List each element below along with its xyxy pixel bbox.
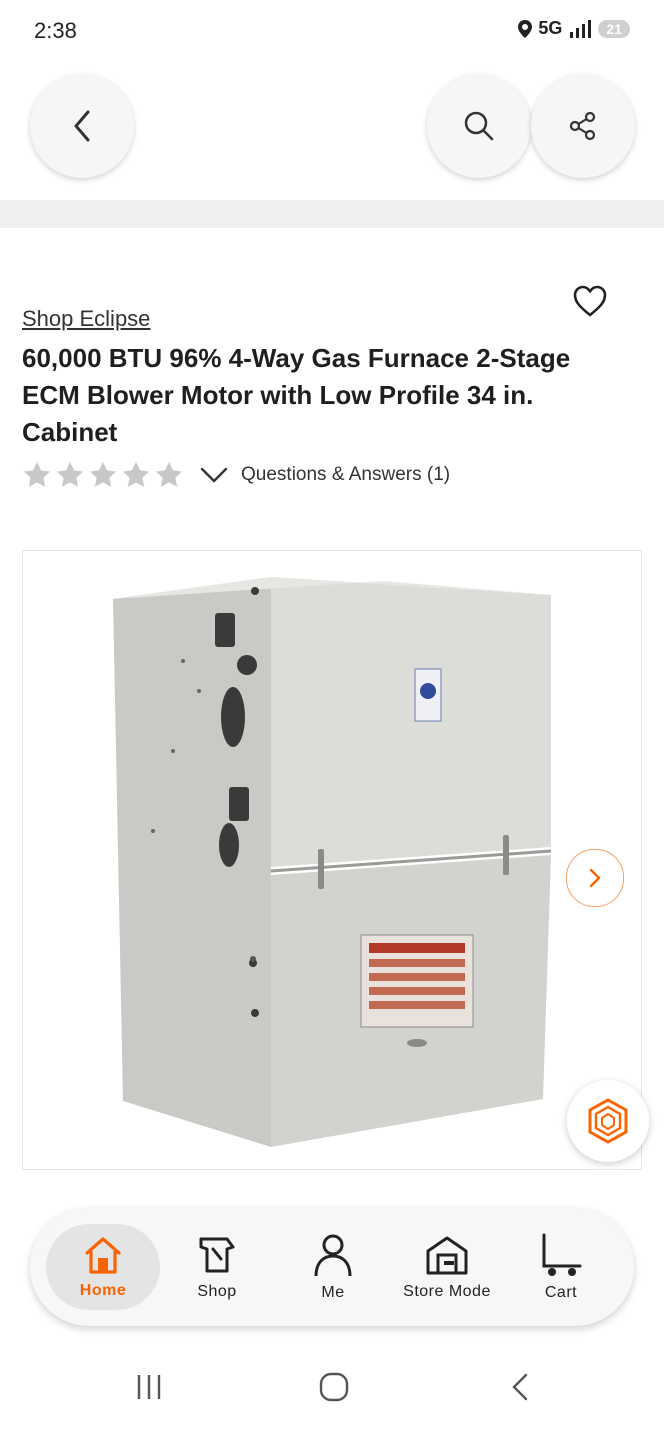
signal-icon bbox=[570, 19, 592, 38]
nav-cart-label: Cart bbox=[544, 1284, 578, 1301]
rating-row[interactable]: Questions & Answers (1) bbox=[22, 460, 450, 490]
search-button[interactable] bbox=[427, 74, 531, 178]
recent-apps-icon[interactable] bbox=[134, 1372, 164, 1402]
person-icon bbox=[314, 1234, 352, 1277]
store-icon bbox=[426, 1236, 468, 1275]
system-navigation bbox=[0, 1360, 664, 1430]
nav-home[interactable]: Home bbox=[46, 1208, 160, 1326]
status-icons: 5G 21 bbox=[518, 18, 630, 39]
nav-me-label: Me bbox=[321, 1284, 345, 1301]
favorite-button[interactable] bbox=[572, 284, 608, 318]
star-icon bbox=[122, 461, 150, 487]
hexagon-logo-icon bbox=[588, 1098, 628, 1144]
back-button[interactable] bbox=[30, 74, 134, 178]
home-system-icon[interactable] bbox=[318, 1372, 350, 1402]
network-label: 5G bbox=[538, 18, 563, 38]
product-image[interactable] bbox=[22, 550, 642, 1170]
section-divider bbox=[0, 200, 664, 228]
shop-icon bbox=[199, 1237, 235, 1273]
share-icon bbox=[569, 111, 596, 141]
brand-link[interactable]: Shop Eclipse bbox=[22, 306, 150, 332]
status-bar: 2:38 5G 21 bbox=[0, 0, 664, 64]
search-icon bbox=[464, 111, 494, 141]
share-button[interactable] bbox=[531, 74, 635, 178]
questions-answers-link[interactable]: Questions & Answers (1) bbox=[241, 464, 450, 486]
nav-store-mode[interactable]: Store Mode bbox=[392, 1208, 502, 1326]
star-icon bbox=[155, 461, 183, 487]
status-time: 2:38 bbox=[34, 18, 77, 43]
furnace-image bbox=[113, 577, 552, 1147]
battery-indicator: 21 bbox=[598, 19, 630, 38]
chevron-down-icon[interactable] bbox=[199, 466, 229, 484]
assistant-button[interactable] bbox=[567, 1080, 649, 1162]
cart-icon bbox=[542, 1233, 582, 1276]
home-icon bbox=[85, 1237, 121, 1274]
nav-cart[interactable]: Cart bbox=[516, 1208, 606, 1326]
nav-home-label: Home bbox=[79, 1282, 127, 1299]
next-image-button[interactable] bbox=[566, 849, 624, 907]
nav-shop[interactable]: Shop bbox=[172, 1208, 262, 1326]
nav-store-label: Store Mode bbox=[403, 1283, 491, 1300]
heart-icon bbox=[573, 285, 607, 317]
product-title: 60,000 BTU 96% 4-Way Gas Furnace 2-Stage… bbox=[22, 343, 571, 447]
star-icon bbox=[23, 461, 51, 487]
bottom-navigation: Home Shop Me Store Mode Cart bbox=[30, 1208, 634, 1326]
chevron-left-icon bbox=[74, 110, 90, 142]
star-icon bbox=[89, 461, 117, 487]
back-system-icon[interactable] bbox=[508, 1372, 532, 1402]
location-icon bbox=[518, 19, 533, 38]
nav-shop-label: Shop bbox=[197, 1283, 237, 1300]
star-icon bbox=[56, 461, 84, 487]
chevron-right-icon bbox=[589, 868, 601, 888]
nav-me[interactable]: Me bbox=[288, 1208, 378, 1326]
